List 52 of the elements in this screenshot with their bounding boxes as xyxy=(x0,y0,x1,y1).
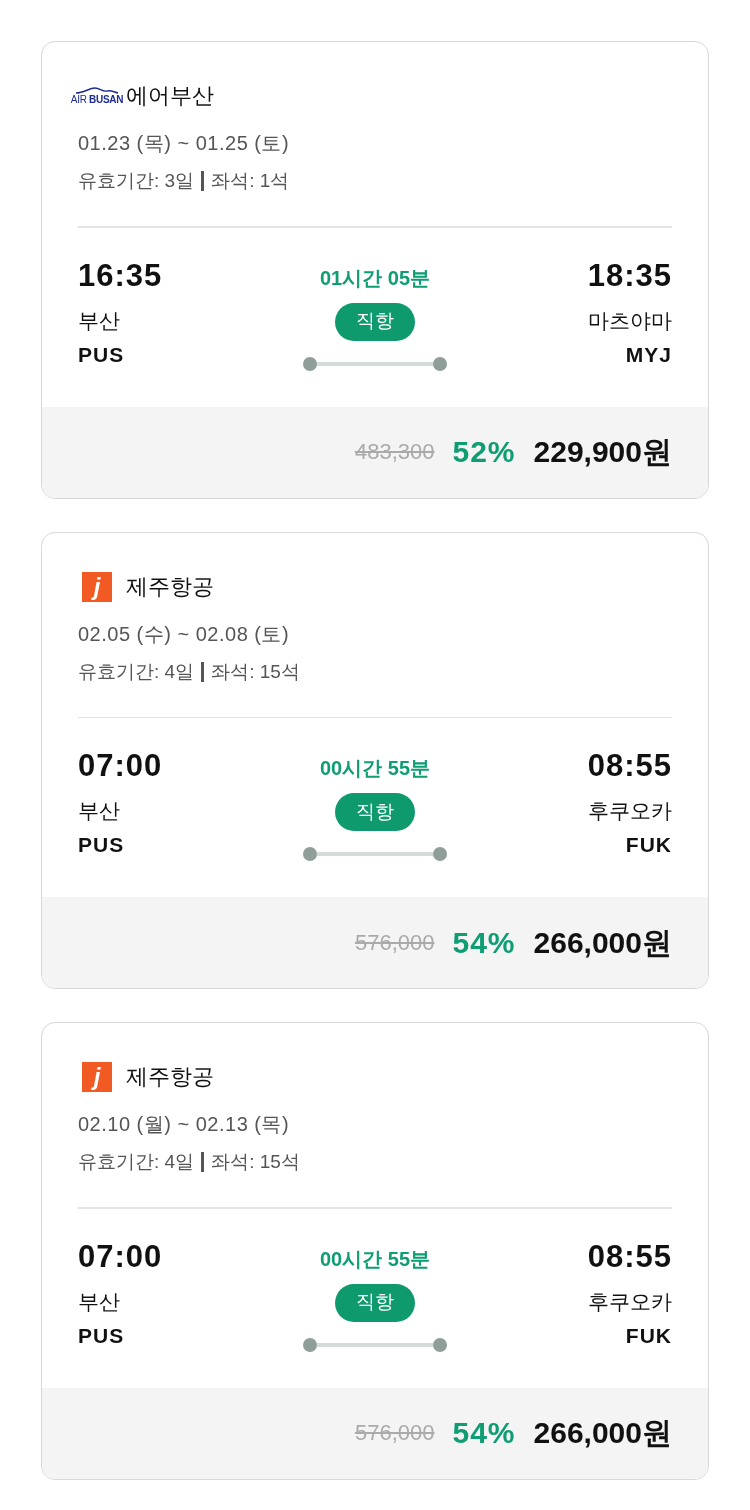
direct-flight-badge: 직항 xyxy=(335,793,415,831)
departure-code: PUS xyxy=(78,832,125,858)
arrival-code: FUK xyxy=(625,1322,672,1349)
original-price: 576,000 xyxy=(354,928,435,957)
arrival-city: 마츠야마 xyxy=(588,307,672,334)
travel-dates: 02.05 (수) ~ 02.08 (토) xyxy=(78,621,291,647)
departure-time: 07:00 xyxy=(78,748,163,784)
travel-dates: 02.10 (월) ~ 02.13 (목) xyxy=(78,1112,291,1137)
arrival-time: 08:55 xyxy=(587,1238,672,1275)
original-price: 483,300 xyxy=(354,438,435,466)
airline-name: 제주항공 xyxy=(126,572,214,601)
direct-flight-badge: 직항 xyxy=(335,1283,415,1322)
travel-dates: 01.23 (목) ~ 01.25 (토) xyxy=(78,131,291,156)
sale-price: 266,000원 xyxy=(533,924,672,961)
discount-rate: 52% xyxy=(452,434,516,470)
discount-rate: 54% xyxy=(452,924,516,961)
original-price: 576,000 xyxy=(354,1419,435,1447)
departure-code: PUS xyxy=(78,341,125,368)
sale-price: 266,000원 xyxy=(533,1415,672,1451)
arrival-time: 18:35 xyxy=(587,257,672,294)
airline-logo: j xyxy=(82,1062,112,1092)
arrival-city: 후쿠오카 xyxy=(588,798,672,824)
airline-logo: j xyxy=(82,571,112,602)
flight-card[interactable]: j 제주항공 02.05 (수) ~ 02.08 (토) 유효기간: 4일 좌석: 15석 07:00 부산 PUS 00시간 55분 직항 08:55 후쿠오카 FUK 576,000 54% 266,000원 xyxy=(41,531,709,989)
seats-text: 좌석: 1석 xyxy=(211,169,290,193)
arrival-code: MYJ xyxy=(625,341,672,368)
seats-text: 좌석: 15석 xyxy=(211,1150,300,1174)
departure-time: 16:35 xyxy=(78,257,163,294)
arrival-city: 후쿠오카 xyxy=(588,1288,672,1315)
direct-flight-badge: 직항 xyxy=(335,302,415,341)
arrival-time: 08:55 xyxy=(587,748,672,784)
flight-duration: 00시간 55분 xyxy=(319,1246,431,1272)
discount-rate: 54% xyxy=(452,1415,516,1451)
departure-city: 부산 xyxy=(78,798,120,824)
airline-name: 제주항공 xyxy=(126,1063,214,1091)
validity-text: 유효기간: 3일 xyxy=(78,169,195,193)
departure-city: 부산 xyxy=(78,307,120,334)
departure-time: 07:00 xyxy=(78,1238,163,1275)
validity-text: 유효기간: 4일 xyxy=(78,659,195,684)
departure-code: PUS xyxy=(78,1322,125,1349)
departure-city: 부산 xyxy=(78,1288,120,1315)
flight-card[interactable]: AIR BUSAN 에어부산 01.23 (목) ~ 01.25 (토) 유효기간: 3일 좌석: 1석 16:35 부산 PUS 01시간 05분 직항 18:35 마츠야마 MYJ 483,300 52% 229,900원 xyxy=(41,41,709,499)
flight-duration: 00시간 55분 xyxy=(319,756,431,781)
airline-name: 에어부산 xyxy=(126,82,214,110)
validity-text: 유효기간: 4일 xyxy=(78,1150,195,1174)
swoosh-icon xyxy=(75,87,119,94)
sale-price: 229,900원 xyxy=(533,434,672,470)
flight-card[interactable]: j 제주항공 02.10 (월) ~ 02.13 (목) 유효기간: 4일 좌석: 15석 07:00 부산 PUS 00시간 55분 직항 08:55 후쿠오카 FUK 576,000 54% 266,000원 xyxy=(41,1022,709,1480)
logo-text: AIR BUSAN xyxy=(70,95,124,105)
seats-text: 좌석: 15석 xyxy=(211,659,300,684)
arrival-code: FUK xyxy=(625,832,672,858)
flight-duration: 01시간 05분 xyxy=(319,265,431,291)
